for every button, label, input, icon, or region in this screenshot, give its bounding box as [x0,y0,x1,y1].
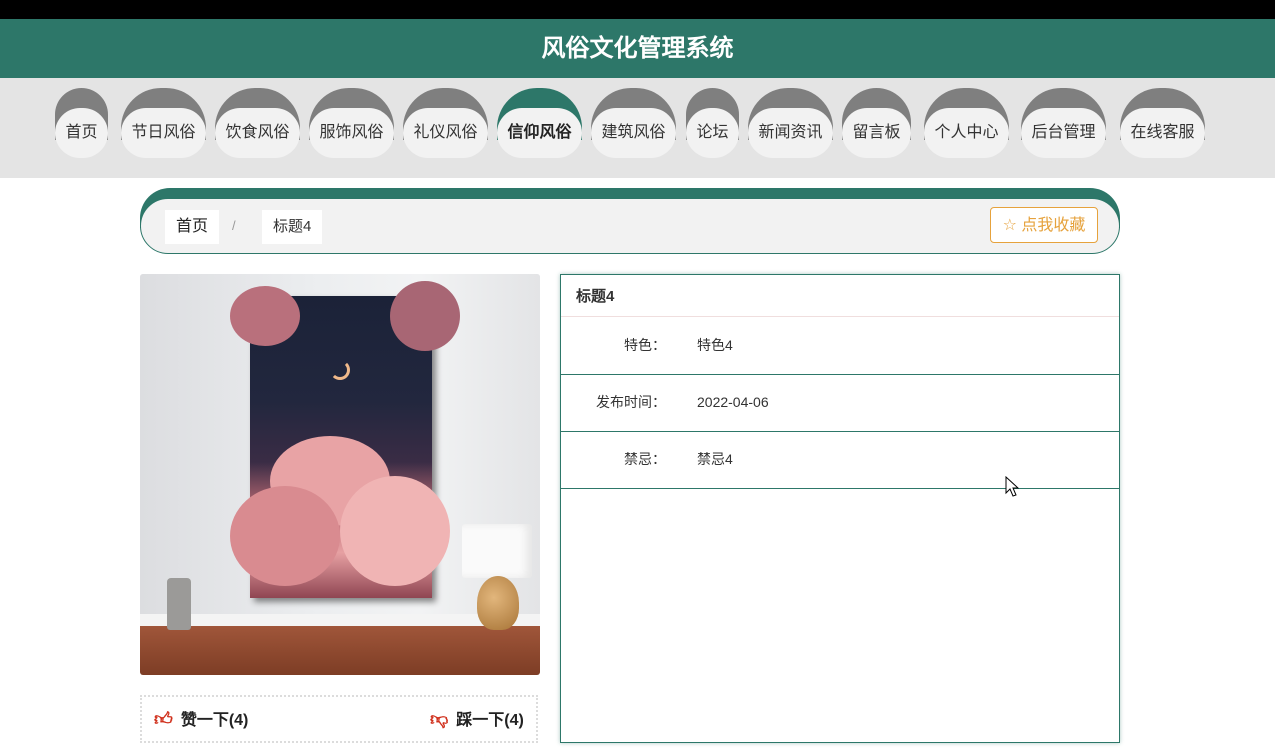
like-button[interactable]: 👍︎ 赞一下(4) [154,707,248,733]
vase-image [167,578,191,630]
nav-item-architecture[interactable]: 建筑风俗 [591,88,676,158]
vote-bar: 👍︎ 赞一下(4) 👎︎ 踩一下(4) [140,695,538,743]
nav-item-messages[interactable]: 留言板 [842,88,911,158]
site-title: 风俗文化管理系统 [541,35,734,62]
nav-item-news[interactable]: 新闻资讯 [748,88,833,158]
nav-item-support[interactable]: 在线客服 [1120,88,1205,158]
nav-item-belief[interactable]: 信仰风俗 [497,88,582,158]
breadcrumb-home-link[interactable]: 首页 [165,210,220,244]
nav-item-profile[interactable]: 个人中心 [924,88,1009,158]
detail-row-publish-time: 发布时间： 2022-04-06 [561,374,1119,432]
nav-item-etiquette[interactable]: 礼仪风俗 [403,88,488,158]
mouse-cursor-icon [1005,476,1019,497]
top-black-bar [0,0,1275,19]
lamp-image [462,524,532,578]
nav-item-clothing[interactable]: 服饰风俗 [309,88,394,158]
detail-row-taboo: 禁忌： 禁忌4 [561,431,1119,489]
nav-item-forum[interactable]: 论坛 [686,88,739,158]
site-header: 风俗文化管理系统 [0,19,1275,78]
item-image [140,274,540,675]
favorite-button[interactable]: ☆ 点我收藏 [990,207,1098,243]
wall-art-picture [230,281,460,598]
breadcrumb: 首页 / 标题4 [140,188,1120,254]
detail-panel: 标题4 特色： 特色4 发布时间： 2022-04-06 禁忌： 禁忌4 [560,274,1120,743]
breadcrumb-separator: / [232,218,236,233]
nav-item-admin[interactable]: 后台管理 [1021,88,1106,158]
nav-item-home[interactable]: 首页 [55,88,108,158]
detail-row-feature: 特色： 特色4 [561,317,1119,375]
breadcrumb-current: 标题4 [262,210,323,244]
dislike-button[interactable]: 👎︎ 踩一下(4) [430,707,524,733]
thumbs-up-icon[interactable]: 👍︎ [154,709,173,729]
nav-item-food[interactable]: 饮食风俗 [215,88,300,158]
nav-item-festival[interactable]: 节日风俗 [121,88,206,158]
main-nav: 首页 节日风俗 饮食风俗 服饰风俗 礼仪风俗 信仰风俗 建筑风俗 论坛 新闻资讯… [0,78,1275,178]
detail-title: 标题4 [561,275,1119,317]
moon-icon [330,360,350,380]
thumbs-down-icon[interactable]: 👎︎ [430,709,448,729]
favorite-label[interactable]: ☆ 点我收藏 [1003,217,1086,234]
